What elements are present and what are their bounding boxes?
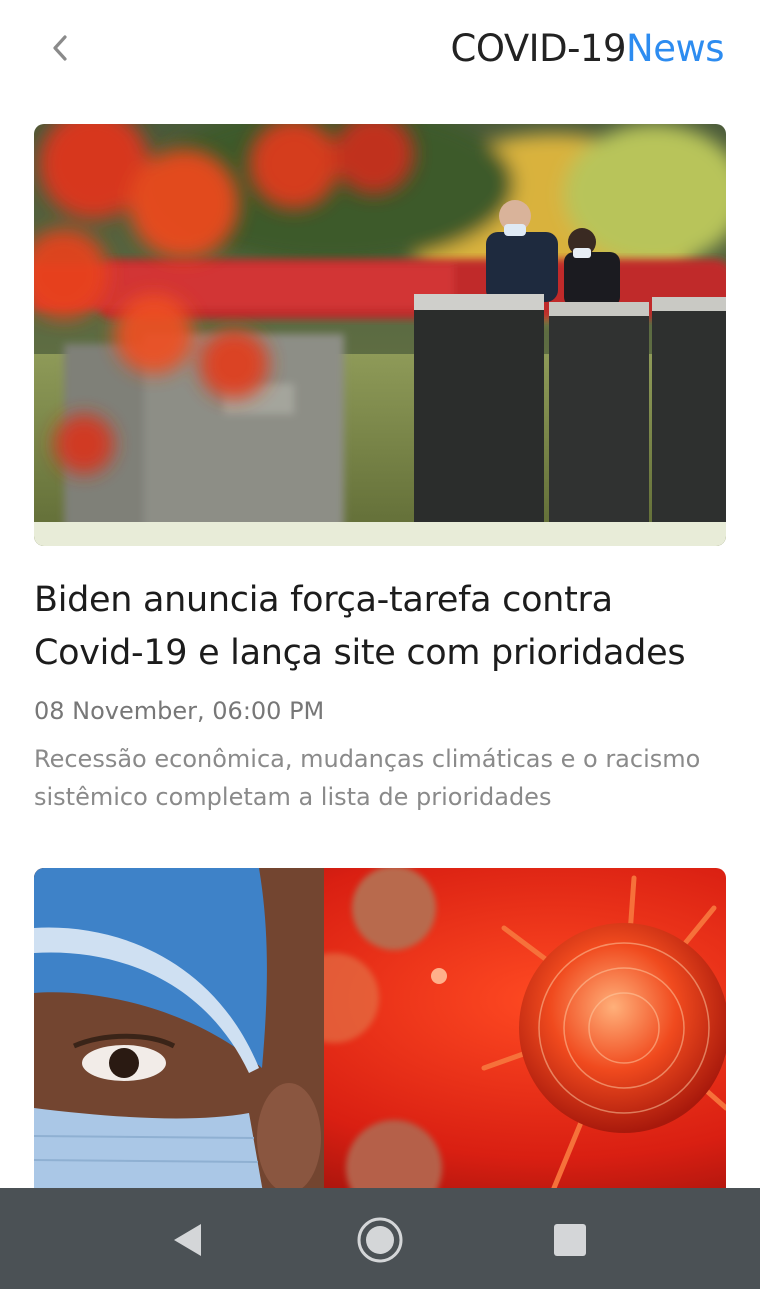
circle-home-icon [357,1217,403,1263]
article-date: 08 November, 06:00 PM [34,697,325,725]
square-recents-icon [554,1224,586,1256]
system-navigation-bar [0,1188,760,1289]
nav-back-button[interactable] [162,1214,214,1266]
back-button[interactable] [40,28,80,68]
article-title[interactable]: Biden anuncia força-tarefa contra Covid-… [34,574,726,680]
chevron-left-icon [53,35,67,61]
news-image [34,124,726,546]
news-card[interactable] [34,868,726,1198]
article-description: Recessão econômica, mudanças climáticas … [34,745,701,811]
news-card[interactable]: Biden anuncia força-tarefa contra Covid-… [34,124,726,816]
cemetery-photo [34,124,726,546]
virus-doctor-photo [34,868,726,1198]
news-feed: Biden anuncia força-tarefa contra Covid-… [34,124,726,1250]
app-logo-title: COVID-19News [450,24,725,74]
news-image [34,868,726,1198]
nav-home-button[interactable] [354,1214,406,1266]
triangle-back-icon [174,1224,201,1256]
brand-text-news: News [626,27,724,70]
brand-text-covid: COVID-19 [450,27,627,70]
nav-recents-button[interactable] [544,1214,596,1266]
top-bar: COVID-19News [0,0,760,100]
